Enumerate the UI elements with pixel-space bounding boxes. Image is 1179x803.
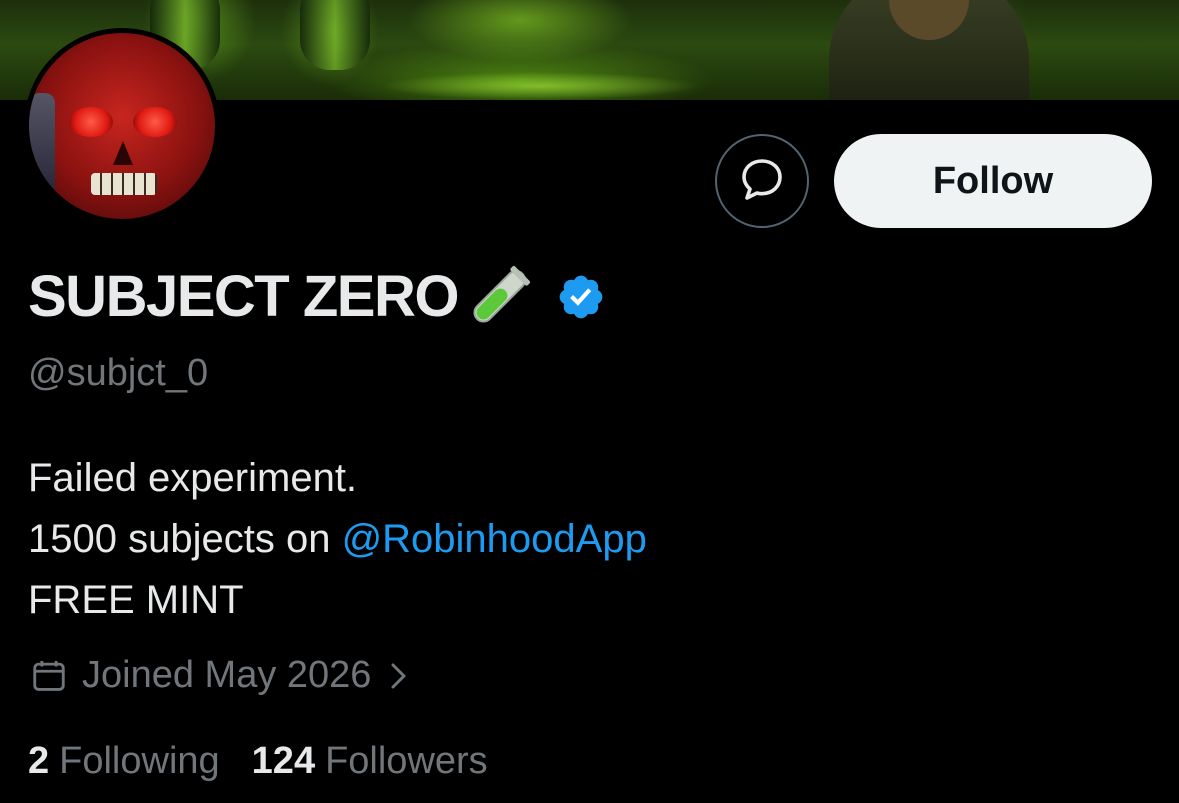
avatar-art [69, 107, 113, 137]
banner-art [380, 72, 700, 100]
avatar-art [29, 93, 55, 203]
message-button[interactable] [715, 134, 809, 228]
follow-stats: 2 Following 124 Followers [28, 740, 488, 783]
calendar-icon [30, 657, 68, 695]
following-link[interactable]: 2 Following [28, 740, 220, 783]
name-row: SUBJECT ZERO [28, 262, 606, 332]
avatar-art [113, 141, 133, 165]
followers-count: 124 [251, 740, 316, 782]
bio-line: 1500 subjects on @RobinhoodApp [28, 509, 647, 570]
followers-link[interactable]: 124 Followers [252, 740, 488, 783]
chevron-right-icon [389, 661, 409, 691]
follow-button[interactable]: Follow [834, 134, 1152, 228]
bio: Failed experiment. 1500 subjects on @Rob… [28, 448, 647, 631]
joined-date[interactable]: Joined May 2026 [30, 654, 409, 697]
avatar[interactable] [24, 28, 220, 224]
bio-mention-link[interactable]: @RobinhoodApp [342, 517, 647, 561]
avatar-image [29, 33, 215, 219]
avatar-art [133, 107, 177, 137]
display-name: SUBJECT ZERO [28, 264, 459, 329]
joined-text: Joined May 2026 [82, 654, 372, 696]
message-bubble-icon [738, 155, 786, 208]
handle: @subjct_0 [28, 352, 209, 394]
following-count: 2 [28, 740, 50, 782]
verified-badge-icon[interactable] [556, 272, 606, 322]
avatar-art [91, 173, 157, 195]
test-tube-icon [464, 262, 534, 332]
banner-art [300, 0, 370, 70]
following-label: Following [59, 740, 220, 782]
bio-line: Failed experiment. [28, 456, 358, 500]
bio-text: 1500 subjects on [28, 517, 342, 561]
bio-line: FREE MINT [28, 578, 244, 622]
followers-label: Followers [325, 740, 488, 782]
